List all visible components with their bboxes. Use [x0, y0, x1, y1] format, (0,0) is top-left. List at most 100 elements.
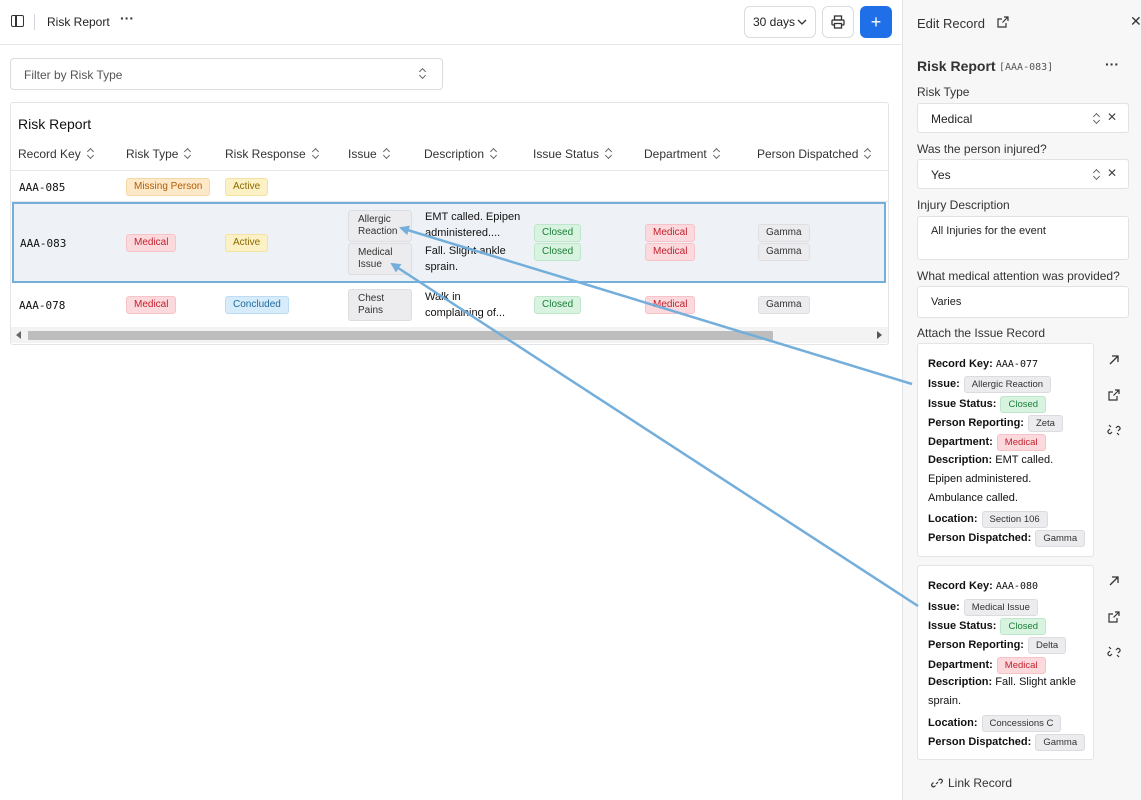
table-title: Risk Report — [18, 116, 92, 132]
field-label: Person Dispatched: — [928, 736, 1032, 748]
linked-record-card[interactable]: Record Key: AAA-077 Issue: Allergic React… — [917, 343, 1094, 557]
field-label: Person Reporting: — [928, 417, 1024, 429]
clear-icon[interactable]: ✕ — [1107, 110, 1117, 124]
add-record-button[interactable]: + — [860, 6, 892, 38]
card-department: Department: Medical — [928, 434, 1046, 451]
card-person-reporting: Person Reporting: Zeta — [928, 415, 1063, 432]
open-external-icon[interactable] — [997, 16, 1009, 28]
field-label: Description: — [928, 454, 993, 466]
injured-select[interactable]: Yes ✕ — [917, 159, 1129, 189]
column-header-issue-status[interactable]: Issue Status — [533, 146, 613, 161]
column-header-person-dispatched[interactable]: Person Dispatched — [757, 146, 872, 161]
issue-tag[interactable]: Medical Issue — [348, 243, 412, 275]
more-options-icon[interactable]: ··· — [120, 10, 134, 26]
header-label: Issue — [348, 147, 377, 161]
expand-arrow-icon[interactable] — [1107, 353, 1121, 367]
linked-record-card[interactable]: Record Key: AAA-080 Issue: Medical Issue … — [917, 565, 1094, 760]
unlink-icon[interactable] — [1107, 423, 1121, 437]
header-label: Department — [644, 147, 707, 161]
status-badge: Closed — [1000, 618, 1047, 635]
expand-arrow-icon[interactable] — [1107, 574, 1121, 588]
person-badge: Gamma — [1035, 734, 1086, 751]
open-external-icon[interactable] — [1107, 388, 1121, 402]
edit-record-panel: Edit Record ✕ Risk Report [AAA-083] ··· … — [902, 0, 1141, 800]
field-label: Location: — [928, 513, 978, 525]
print-button[interactable] — [822, 6, 854, 38]
field-label: Description: — [928, 676, 993, 688]
unlink-icon[interactable] — [1107, 645, 1121, 659]
card-location: Location: Section 106 — [928, 511, 1048, 528]
field-label: Issue: — [928, 601, 960, 613]
sidebar-toggle-icon[interactable] — [11, 15, 24, 27]
header-label: Description — [424, 147, 485, 161]
top-bar: Risk Report ··· 30 days + — [0, 0, 902, 45]
risk-type-filter[interactable]: Filter by Risk Type — [10, 58, 443, 90]
injury-description-value: All Injuries for the event — [931, 225, 1046, 237]
issue-status-badge: Closed — [534, 296, 582, 314]
printer-icon — [831, 15, 845, 29]
field-label: Issue Status: — [928, 620, 997, 632]
record-key-cell: AAA-078 — [19, 299, 66, 312]
horizontal-scrollbar[interactable] — [11, 327, 888, 343]
card-description-line: Epipen administered. — [928, 473, 1032, 485]
field-label: Department: — [928, 659, 993, 671]
scroll-thumb[interactable] — [28, 331, 773, 340]
card-description: Description: EMT called. — [928, 454, 1053, 466]
card-department: Department: Medical — [928, 657, 1046, 674]
link-icon — [931, 778, 943, 788]
department-badge: Medical — [996, 434, 1046, 451]
column-header-issue[interactable]: Issue — [348, 146, 391, 161]
scroll-left-icon[interactable] — [16, 331, 21, 339]
field-value: AAA-080 — [995, 581, 1039, 592]
person-badge: Delta — [1027, 637, 1067, 654]
column-header-risk-response[interactable]: Risk Response — [225, 146, 320, 161]
card-issue-status: Issue Status: Closed — [928, 618, 1047, 635]
card-person-dispatched: Person Dispatched: Gamma — [928, 734, 1086, 751]
card-description: Description: Fall. Slight ankle — [928, 676, 1076, 688]
card-description-line: sprain. — [928, 695, 962, 707]
record-title: Risk Report — [917, 58, 996, 74]
injury-description-field[interactable]: All Injuries for the event — [917, 216, 1129, 260]
open-external-icon[interactable] — [1107, 610, 1121, 624]
column-header-description[interactable]: Description — [424, 146, 498, 161]
select-updown-icon — [1093, 113, 1101, 125]
sort-icon — [490, 148, 498, 160]
clear-icon[interactable]: ✕ — [1107, 166, 1117, 180]
issue-tag[interactable]: Chest Pains — [348, 289, 412, 321]
close-icon[interactable]: ✕ — [1130, 13, 1141, 30]
risk-type-value: Medical — [931, 112, 973, 126]
person-dispatched-badge: Gamma — [758, 224, 810, 242]
medical-attention-label: What medical attention was provided? — [917, 269, 1120, 283]
date-range-button[interactable]: 30 days — [744, 6, 816, 38]
sort-icon — [605, 148, 613, 160]
record-key: [AAA-083] — [999, 62, 1054, 73]
select-updown-icon — [419, 68, 427, 80]
column-header-risk-type[interactable]: Risk Type — [126, 146, 192, 161]
risk-type-badge: Medical — [126, 234, 177, 252]
column-header-record-key[interactable]: Record Key — [18, 146, 95, 161]
card-issue: Issue: Allergic Reaction — [928, 376, 1052, 393]
field-value: AAA-077 — [995, 359, 1039, 370]
column-header-department[interactable]: Department — [644, 146, 721, 161]
issue-tag[interactable]: Allergic Reaction — [348, 210, 412, 242]
risk-type-select[interactable]: Medical ✕ — [917, 103, 1129, 133]
attach-issue-label: Attach the Issue Record — [917, 326, 1046, 340]
select-updown-icon — [1093, 169, 1101, 181]
risk-type-badge: Missing Person — [126, 178, 211, 196]
issue-badge: Medical Issue — [963, 599, 1038, 616]
record-key-cell: AAA-083 — [20, 237, 67, 250]
status-badge: Closed — [1000, 396, 1047, 413]
medical-attention-field[interactable]: Varies — [917, 286, 1129, 318]
link-record-button[interactable]: Link Record — [931, 776, 1012, 790]
record-key-cell: AAA-085 — [19, 181, 66, 194]
more-options-icon[interactable]: ··· — [1105, 56, 1119, 72]
department-badge: Medical — [645, 243, 696, 261]
location-badge: Concessions C — [981, 715, 1062, 732]
location-badge: Section 106 — [981, 511, 1048, 528]
panel-title: Edit Record — [917, 16, 985, 31]
scroll-right-icon[interactable] — [877, 331, 882, 339]
app: Risk Report ··· 30 days + Filter by Risk… — [0, 0, 1141, 800]
field-label: Issue: — [928, 378, 960, 390]
risk-report-table: Risk Report Record Key Risk Type Risk Re… — [10, 102, 889, 345]
filter-placeholder: Filter by Risk Type — [24, 68, 123, 82]
